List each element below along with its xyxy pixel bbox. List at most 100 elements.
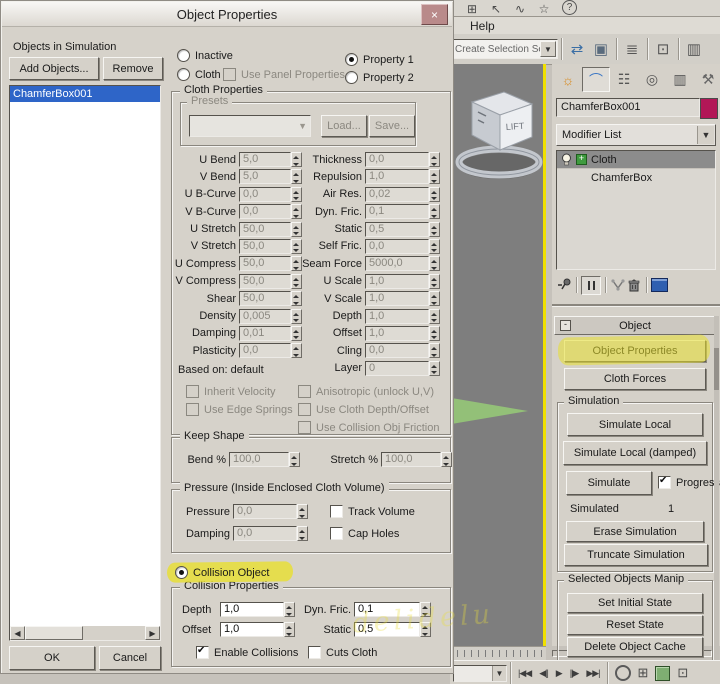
cancel-button[interactable]: Cancel [99,646,161,670]
remove-button[interactable]: Remove [103,57,163,80]
modifier-stack[interactable]: +ClothChamferBox [556,150,716,270]
track-volume-checkbox[interactable]: Track Volume [330,504,415,519]
scrollbar-thumb[interactable] [25,626,83,640]
ok-button[interactable]: OK [9,646,95,670]
param-row-v-compress: V Compress50,0 [174,274,302,289]
menu-help[interactable]: Help [470,19,495,33]
v-scale-label: V Scale [300,293,365,305]
viewport[interactable]: LIFT [450,64,546,646]
named-selection-icon[interactable]: ☆ [532,1,556,16]
collision-static-spinner[interactable] [420,622,431,637]
viewcube[interactable]: LIFT [454,82,544,194]
modifier-list-dropdown[interactable]: Modifier List ▼ [556,124,716,146]
seam-force-label: Seam Force [300,258,365,270]
collision-dynfric-field[interactable]: 0,1 [354,602,420,617]
rollout-object-header[interactable]: - Object [554,316,716,335]
progress-checkbox[interactable]: Progress [658,475,720,490]
select-region-icon[interactable]: ∿ [508,1,532,16]
stack-item-chamferbox[interactable]: ChamferBox [557,168,715,186]
add-objects-button[interactable]: Add Objects... [9,57,99,80]
play-icon[interactable]: ▶ [552,664,566,682]
dialog-title-bar[interactable]: Object Properties [2,2,452,27]
configure-modifier-sets-icon[interactable] [651,278,668,292]
cap-holes-checkbox[interactable]: Cap Holes [330,526,399,541]
tab-motion[interactable]: ◎ [638,67,666,92]
collapse-icon[interactable]: - [560,320,571,331]
collision-offset-spinner[interactable] [284,622,295,637]
checkbox-check-icon[interactable] [658,476,671,489]
maximize-viewport-icon[interactable] [655,666,670,681]
tab-display[interactable]: ▥ [666,67,694,92]
named-selection-combo[interactable]: Create Selection Se ▼ [452,39,558,59]
stack-item-cloth[interactable]: +Cloth [557,151,715,168]
viewport-layout-icon[interactable]: ⊞ [638,665,649,681]
collision-object-radio[interactable]: Collision Object [175,565,269,580]
delete-object-cache-button[interactable]: Delete Object Cache [567,637,703,657]
anisotropic-unlock-u-v-checkbox: Anisotropic (unlock U,V) [298,384,439,399]
truncate-simulation-button[interactable]: Truncate Simulation [564,544,708,566]
cloth-forces-button[interactable]: Cloth Forces [564,368,706,390]
list-item[interactable]: ChamferBox001 [10,86,160,102]
tab-modify[interactable]: ⌒ [582,67,610,92]
time-slider-ticks[interactable] [450,646,546,661]
simulate-local-button[interactable]: Simulate Local [567,413,703,436]
horizontal-scrollbar[interactable]: ◀ ▶ [10,626,160,640]
make-unique-icon[interactable] [610,278,626,292]
panel-scrollbar[interactable] [714,316,719,664]
scroll-left-icon[interactable]: ◀ [10,626,25,640]
enable-collisions-checkbox[interactable]: Enable Collisions [196,645,298,660]
collision-depth-field[interactable]: 1,0 [220,602,284,617]
prev-frame-icon[interactable]: ◀|| [535,664,552,682]
tab-create[interactable]: ☼ [554,67,582,92]
pressure-field: 0,0 [233,504,297,519]
inactive-radio[interactable]: Inactive [177,48,233,63]
reset-state-button[interactable]: Reset State [567,615,703,635]
object-name-field[interactable]: ChamferBox001 [556,98,700,117]
go-to-start-icon[interactable]: |◀◀ [514,664,535,682]
property2-radio[interactable]: Property 2 [345,70,414,85]
simulate-local-damped-button[interactable]: Simulate Local (damped) [563,441,707,465]
close-icon[interactable]: × [421,4,448,25]
pressure-group: Pressure (Inside Enclosed Cloth Volume) … [171,489,451,553]
collision-offset-field[interactable]: 1,0 [220,622,284,637]
schematic-view-icon[interactable]: ▥ [682,37,706,61]
next-frame-icon[interactable]: ||▶ [566,664,583,682]
help-icon[interactable]: ? [562,0,577,15]
set-initial-state-button[interactable]: Set Initial State [567,593,703,613]
remove-modifier-icon[interactable] [626,278,642,293]
chevron-down-icon[interactable]: ▼ [540,41,556,57]
mirror-icon[interactable]: ⇄ [565,37,589,61]
simulate-button[interactable]: Simulate [566,471,652,495]
scene-object-green[interactable] [450,394,528,428]
expand-plus-icon[interactable]: + [576,154,587,165]
layer-manager-icon[interactable]: ≣ [620,37,644,61]
chevron-down-icon[interactable]: ▼ [492,666,506,681]
select-by-name-icon[interactable]: ⊞ [460,1,484,16]
scroll-right-icon[interactable]: ▶ [145,626,160,640]
pin-stack-icon[interactable] [556,277,572,293]
curve-editor-icon[interactable]: ⊡ [651,37,675,61]
collision-dynfric-spinner[interactable] [420,602,431,617]
tab-utilities[interactable]: ⚒ [694,67,720,92]
cuts-cloth-checkbox[interactable]: Cuts Cloth [308,645,377,660]
v-b-curve-field: 0,0 [239,204,291,219]
cloth-radio[interactable]: Cloth [177,67,221,82]
erase-simulation-button[interactable]: Erase Simulation [566,521,704,542]
frame-dropdown[interactable]: ▼ [453,665,507,682]
v-compress-field: 50,0 [239,274,291,289]
show-end-result-icon[interactable] [581,276,601,295]
key-mode-toggle-icon[interactable] [615,665,631,681]
go-to-end-icon[interactable]: ▶▶| [582,664,603,682]
chevron-down-icon[interactable]: ▼ [697,126,714,144]
cascade-windows-icon[interactable]: ⊡ [677,665,688,681]
objects-list[interactable]: ChamferBox001 ◀ ▶ [9,85,161,641]
select-object-icon[interactable]: ↖ [484,1,508,16]
object-color-swatch[interactable] [700,98,718,119]
param-row-v-b-curve: V B-Curve0,0 [174,204,302,219]
tab-hierarchy[interactable]: ☷ [610,67,638,92]
collision-depth-spinner[interactable] [284,602,295,617]
collision-static-field[interactable]: 0,5 [354,622,420,637]
param-row-air-res: Air Res.0,02 [300,187,440,202]
align-icon[interactable]: ▣ [589,37,613,61]
property1-radio[interactable]: Property 1 [345,52,414,67]
